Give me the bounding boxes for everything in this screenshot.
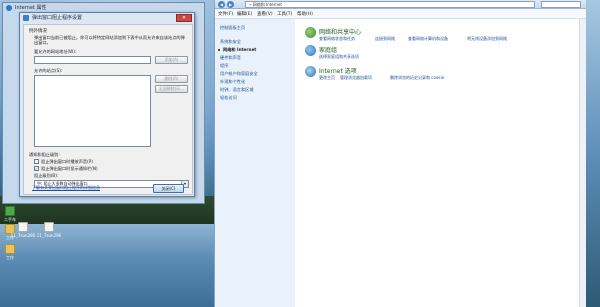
- remove-button[interactable]: 删除(R): [155, 75, 188, 83]
- sidebar-item-clock-language[interactable]: 时钟、语言和区域: [220, 87, 254, 93]
- dialog-title: 弹出窗口阻止程序设置: [32, 15, 83, 21]
- website-address-input[interactable]: [34, 56, 151, 64]
- folder-icon: [5, 244, 15, 254]
- category-link[interactable]: 查看网络状态和任务: [319, 36, 355, 42]
- control-panel-window: ◀ ▶ » 网络和 Internet 文件(F) 编辑(E) 查看(V) 工具(…: [214, 0, 586, 307]
- dialog-body: 例外情况 弹出窗口当前已被阻止。你可以将特定网站添加到下表中从而允许来自该站点的…: [23, 24, 193, 195]
- allowed-sites-list[interactable]: [34, 75, 151, 147]
- internet-icon: [6, 5, 12, 11]
- globe-icon: [305, 66, 316, 77]
- scrollbar[interactable]: [579, 19, 586, 307]
- exceptions-description: 弹出窗口当前已被阻止。你可以将特定网站添加到下表中从而允许来自该站点的弹出窗口。: [34, 35, 185, 45]
- category-link[interactable]: 查看网络计算机和设备: [408, 36, 448, 42]
- sidebar-item-user-accounts[interactable]: 用户帐户和家庭安全: [220, 71, 258, 77]
- address-bar: ◀ ▶ » 网络和 Internet: [215, 0, 586, 9]
- popup-blocker-dialog: 弹出窗口阻止程序设置 ✕ 例外情况 弹出窗口当前已被阻止。你可以将特定网站添加到…: [19, 12, 195, 197]
- add-button[interactable]: 添加(A): [155, 56, 188, 64]
- menu-tools[interactable]: 工具(T): [277, 11, 292, 17]
- exceptions-group-label: 例外情况: [29, 29, 47, 34]
- shield-icon: [23, 15, 29, 21]
- menu-bar: 文件(F) 编辑(E) 查看(V) 工具(T) 帮助(H): [215, 9, 586, 19]
- dialog-close-button[interactable]: 关闭(C): [153, 184, 184, 193]
- sidebar-item-home[interactable]: 控制面板主页: [220, 25, 245, 31]
- category-link[interactable]: 更改主页: [319, 75, 335, 81]
- menu-edit[interactable]: 编辑(E): [237, 11, 252, 17]
- show-infobar-label: 阻止弹出窗口时显示通知栏(N): [41, 166, 98, 171]
- desktop-wallpaper-edge: [585, 0, 600, 307]
- category-title[interactable]: 家庭组: [319, 45, 337, 54]
- close-button[interactable]: ✕: [176, 14, 192, 22]
- learn-more-link[interactable]: 了解有关弹出窗口阻止程序的详细信息: [32, 185, 100, 191]
- play-sound-label: 阻止弹出窗口时播放声音(P): [41, 159, 93, 164]
- block-level-label: 阻止级别(B):: [34, 173, 59, 178]
- play-sound-checkbox[interactable]: [34, 159, 39, 164]
- remove-all-button[interactable]: 全部删除(E)...: [155, 85, 188, 93]
- forward-arrow-icon[interactable]: ▶: [227, 1, 234, 8]
- sidebar-item-system-security[interactable]: 系统和安全: [220, 39, 241, 45]
- search-input[interactable]: [541, 1, 581, 8]
- category-link[interactable]: 选择家庭组和共享选项: [319, 54, 359, 60]
- desktop-icon[interactable]: 11_7sun296: [34, 222, 64, 238]
- sidebar-item-ease-of-access[interactable]: 轻松访问: [220, 95, 237, 101]
- app-icon: [5, 206, 15, 216]
- menu-view[interactable]: 查看(V): [257, 11, 273, 17]
- sidebar-item-appearance[interactable]: 外观和个性化: [220, 79, 245, 85]
- sidebar-item-programs[interactable]: 程序: [220, 63, 228, 69]
- category-link[interactable]: 将无线设备添加到网络: [467, 36, 507, 42]
- address-label: 要允许的网站地址(W):: [34, 49, 77, 54]
- category-title[interactable]: Internet 选项: [319, 66, 357, 75]
- menu-file[interactable]: 文件(F): [218, 11, 233, 17]
- address-field[interactable]: » 网络和 Internet: [245, 1, 535, 8]
- category-title[interactable]: 网络和共享中心: [319, 27, 361, 36]
- image-file-icon: [18, 222, 28, 232]
- allowed-sites-label: 允许的站点(S):: [34, 68, 63, 73]
- category-link[interactable]: 连接到网络: [375, 36, 395, 42]
- show-infobar-checkbox[interactable]: ✓: [34, 166, 39, 171]
- sidebar-item-hardware[interactable]: 硬件和声音: [220, 55, 241, 61]
- menu-help[interactable]: 帮助(H): [297, 11, 313, 17]
- image-file-icon: [44, 222, 54, 232]
- breadcrumb: 网络和 Internet: [252, 2, 282, 7]
- desktop-icon[interactable]: 二手车: [0, 206, 20, 222]
- desktop-icon[interactable]: 工作: [0, 244, 20, 260]
- notify-group-label: 通知和阻止级别:: [29, 152, 60, 157]
- sidebar-item-network[interactable]: 网络和 Internet: [223, 47, 256, 53]
- current-bullet-icon: [218, 49, 220, 51]
- category-link[interactable]: 删除浏览的历史记录和 cookie: [390, 75, 444, 81]
- back-arrow-icon[interactable]: ◀: [218, 1, 225, 8]
- homegroup-icon: [305, 45, 316, 56]
- sidebar: 控制面板主页 系统和安全 网络和 Internet 硬件和声音 程序 用户帐户和…: [215, 19, 295, 307]
- network-icon: [305, 27, 316, 38]
- dialog-titlebar: 弹出窗口阻止程序设置 ✕: [20, 13, 194, 23]
- category-link[interactable]: 管理浏览器加载项: [340, 75, 372, 81]
